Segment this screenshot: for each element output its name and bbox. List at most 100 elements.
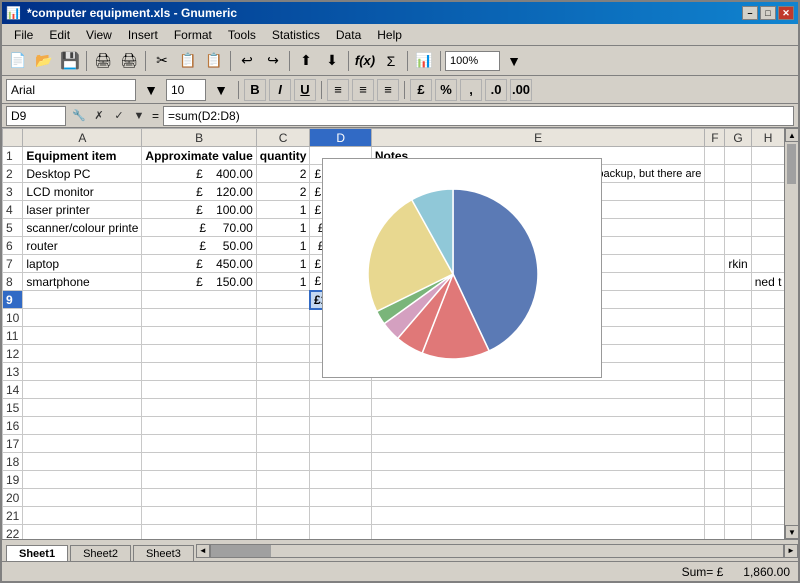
cell-a1[interactable]: Equipment item xyxy=(23,147,142,165)
cell-b3[interactable]: £ 120.00 xyxy=(142,183,256,201)
cell-g8[interactable] xyxy=(725,273,751,291)
cell-a2[interactable]: Desktop PC xyxy=(23,165,142,183)
cell-a5[interactable]: scanner/colour printe xyxy=(23,219,142,237)
increase-decimal-button[interactable]: .0 xyxy=(485,79,507,101)
scroll-thumb-h[interactable] xyxy=(211,545,271,557)
cell-c7[interactable]: 1 xyxy=(256,255,310,273)
col-header-d[interactable]: D xyxy=(310,129,371,147)
cell-reference[interactable]: D9 xyxy=(6,106,66,126)
sheet-tab-2[interactable]: Sheet2 xyxy=(70,545,131,562)
cell-c5[interactable]: 1 xyxy=(256,219,310,237)
autosum-button[interactable]: Σ xyxy=(379,49,403,73)
paste-button[interactable]: 📋 xyxy=(202,49,226,73)
cell-a4[interactable]: laser printer xyxy=(23,201,142,219)
font-size-dropdown[interactable]: ▼ xyxy=(209,78,233,102)
cell-f4[interactable] xyxy=(705,201,725,219)
col-header-h[interactable]: H xyxy=(751,129,784,147)
currency-button[interactable]: £ xyxy=(410,79,432,101)
menu-statistics[interactable]: Statistics xyxy=(264,26,328,44)
vertical-scrollbar[interactable]: ▲ ▼ xyxy=(784,128,798,539)
print-preview-button[interactable]: 🖨 xyxy=(117,49,141,73)
cell-c8[interactable]: 1 xyxy=(256,273,310,291)
formula-cancel-icon[interactable]: ✗ xyxy=(90,107,108,125)
scroll-right-button[interactable]: ► xyxy=(784,544,798,558)
zoom-box[interactable]: 100% xyxy=(445,51,500,71)
zoom-dropdown[interactable]: ▼ xyxy=(502,49,526,73)
menu-data[interactable]: Data xyxy=(328,26,369,44)
cell-c6[interactable]: 1 xyxy=(256,237,310,255)
cell-a3[interactable]: LCD monitor xyxy=(23,183,142,201)
menu-file[interactable]: File xyxy=(6,26,41,44)
comma-button[interactable]: , xyxy=(460,79,482,101)
cell-b9[interactable] xyxy=(142,291,256,309)
copy-button[interactable]: 📋 xyxy=(176,49,200,73)
percent-button[interactable]: % xyxy=(435,79,457,101)
menu-insert[interactable]: Insert xyxy=(120,26,166,44)
scroll-left-button[interactable]: ◄ xyxy=(196,544,210,558)
cell-a8[interactable]: smartphone xyxy=(23,273,142,291)
italic-button[interactable]: I xyxy=(269,79,291,101)
cell-f8[interactable] xyxy=(705,273,725,291)
cell-c4[interactable]: 1 xyxy=(256,201,310,219)
formula-dropdown-icon[interactable]: ▼ xyxy=(130,107,148,125)
cell-h8[interactable]: ned t xyxy=(751,273,784,291)
cell-g6[interactable] xyxy=(725,237,751,255)
underline-button[interactable]: U xyxy=(294,79,316,101)
cell-h1[interactable] xyxy=(751,147,784,165)
cell-f3[interactable] xyxy=(705,183,725,201)
menu-tools[interactable]: Tools xyxy=(220,26,264,44)
cell-h5[interactable] xyxy=(751,219,784,237)
cell-b1[interactable]: Approximate value xyxy=(142,147,256,165)
sheet-tab-1[interactable]: Sheet1 xyxy=(6,545,68,562)
cell-g5[interactable] xyxy=(725,219,751,237)
sort-desc-button[interactable]: ⬇ xyxy=(320,49,344,73)
cell-h7[interactable] xyxy=(751,255,784,273)
redo-button[interactable]: ↪ xyxy=(261,49,285,73)
cell-h4[interactable] xyxy=(751,201,784,219)
col-header-f[interactable]: F xyxy=(705,129,725,147)
cell-h3[interactable] xyxy=(751,183,784,201)
sheet-tab-3[interactable]: Sheet3 xyxy=(133,545,194,562)
cell-f9[interactable] xyxy=(705,291,725,309)
cell-f2[interactable] xyxy=(705,165,725,183)
cell-h6[interactable] xyxy=(751,237,784,255)
col-header-e[interactable]: E xyxy=(371,129,705,147)
col-header-g[interactable]: G xyxy=(725,129,751,147)
cell-b5[interactable]: £ 70.00 xyxy=(142,219,256,237)
font-name-input[interactable] xyxy=(6,79,136,101)
function-button[interactable]: f(x) xyxy=(353,49,377,73)
open-button[interactable]: 📂 xyxy=(32,49,56,73)
save-button[interactable]: 💾 xyxy=(58,49,82,73)
cell-c1[interactable]: quantity xyxy=(256,147,310,165)
close-button[interactable]: ✕ xyxy=(778,6,794,20)
cell-a6[interactable]: router xyxy=(23,237,142,255)
cell-g4[interactable] xyxy=(725,201,751,219)
cell-c3[interactable]: 2 xyxy=(256,183,310,201)
col-header-b[interactable]: B xyxy=(142,129,256,147)
formula-input[interactable] xyxy=(163,106,794,126)
cell-f7[interactable] xyxy=(705,255,725,273)
cell-b2[interactable]: £ 400.00 xyxy=(142,165,256,183)
maximize-button[interactable]: □ xyxy=(760,6,776,20)
cell-g7[interactable]: rkin xyxy=(725,255,751,273)
col-header-a[interactable]: A xyxy=(23,129,142,147)
scroll-up-button[interactable]: ▲ xyxy=(785,128,798,142)
minimize-button[interactable]: – xyxy=(742,6,758,20)
print-button[interactable]: 🖨 xyxy=(91,49,115,73)
cell-b8[interactable]: £ 150.00 xyxy=(142,273,256,291)
decrease-decimal-button[interactable]: .00 xyxy=(510,79,532,101)
align-left-button[interactable]: ≡ xyxy=(327,79,349,101)
cell-h9[interactable] xyxy=(751,291,784,309)
formula-accept-icon[interactable]: 🔧 xyxy=(70,107,88,125)
formula-confirm-icon[interactable]: ✓ xyxy=(110,107,128,125)
horizontal-scrollbar[interactable]: ◄ ► xyxy=(196,540,798,561)
scroll-thumb-v[interactable] xyxy=(787,144,796,184)
col-header-c[interactable]: C xyxy=(256,129,310,147)
cell-g9[interactable] xyxy=(725,291,751,309)
menu-format[interactable]: Format xyxy=(166,26,220,44)
cell-g2[interactable] xyxy=(725,165,751,183)
cell-a9[interactable] xyxy=(23,291,142,309)
menu-view[interactable]: View xyxy=(78,26,120,44)
menu-help[interactable]: Help xyxy=(369,26,410,44)
align-right-button[interactable]: ≡ xyxy=(377,79,399,101)
